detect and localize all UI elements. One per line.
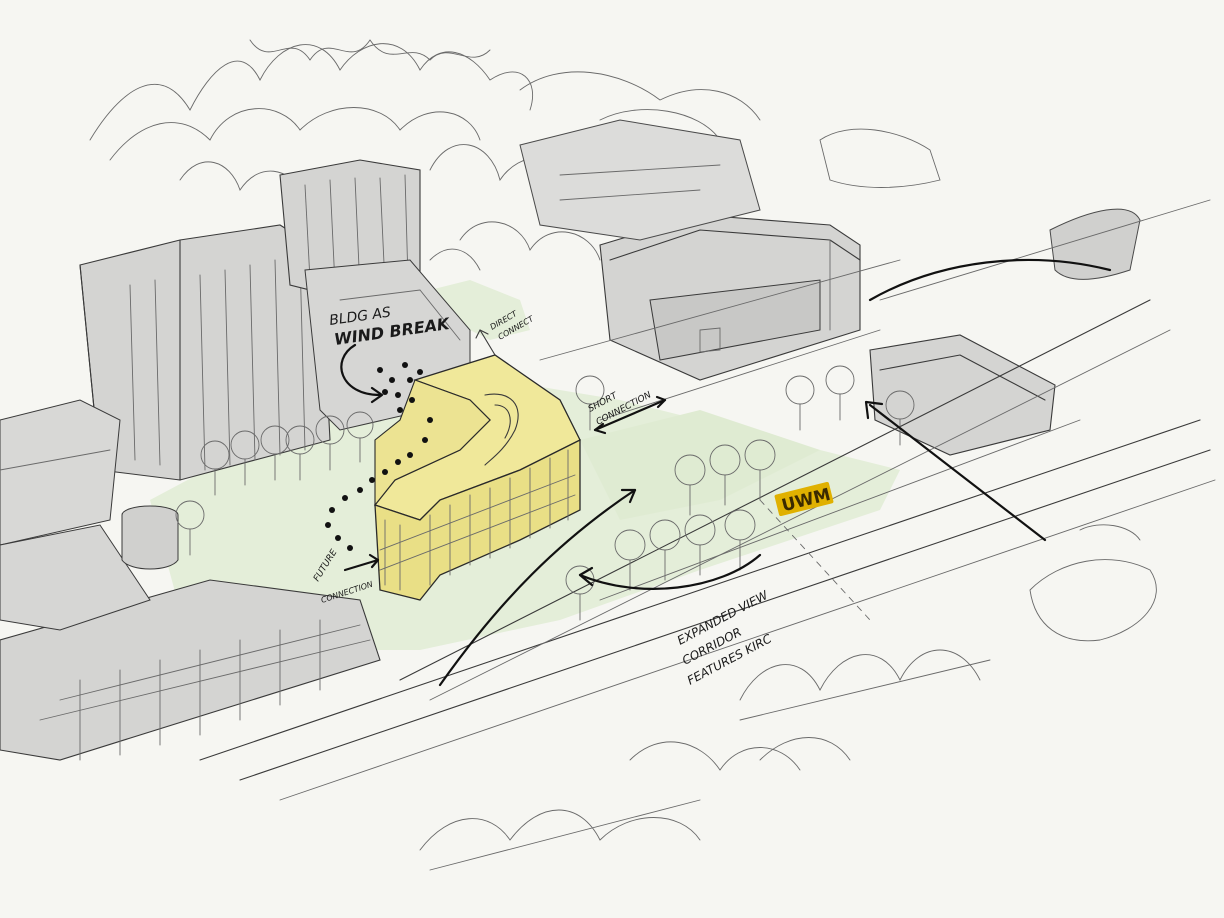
sketch-svg: UWM BLDG AS WIND BREAK DIRECT CONNECT SH… [0,39,1216,871]
architectural-site-sketch: UWM BLDG AS WIND BREAK DIRECT CONNECT SH… [0,0,1224,918]
